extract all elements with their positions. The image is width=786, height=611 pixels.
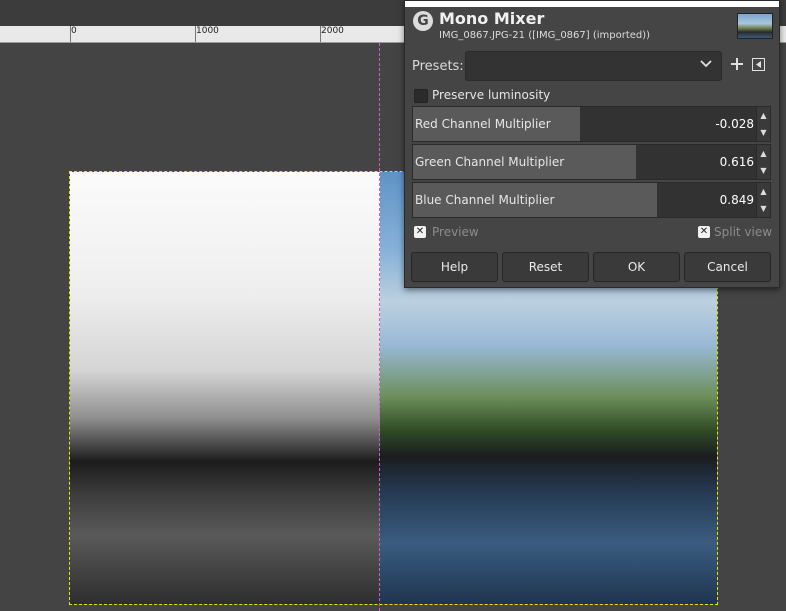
ruler-tick bbox=[195, 26, 196, 42]
split-view-label: Split view bbox=[714, 225, 773, 239]
ruler-mark-0: 0 bbox=[71, 26, 77, 36]
ruler-tick bbox=[320, 26, 321, 42]
slider-value: -0.028 bbox=[715, 117, 754, 131]
spin-up-icon[interactable]: ▲ bbox=[757, 183, 770, 200]
ok-button[interactable]: OK bbox=[593, 252, 680, 282]
spin-down-icon[interactable]: ▼ bbox=[757, 200, 770, 217]
slider-value: 0.616 bbox=[719, 155, 754, 169]
reset-button[interactable]: Reset bbox=[502, 252, 589, 282]
spin-down-icon[interactable]: ▼ bbox=[757, 124, 770, 141]
dialog-title: Mono Mixer bbox=[439, 9, 545, 28]
spin-up-icon[interactable]: ▲ bbox=[757, 145, 770, 162]
dialog-top-bar bbox=[405, 1, 779, 7]
split-guide[interactable] bbox=[379, 43, 380, 611]
cancel-button[interactable]: Cancel bbox=[684, 252, 771, 282]
ruler-mark-1000: 1000 bbox=[196, 26, 219, 36]
add-preset-icon[interactable] bbox=[730, 57, 744, 71]
preset-menu-icon[interactable] bbox=[752, 58, 765, 71]
checked-x-icon[interactable]: ✕ bbox=[414, 226, 426, 238]
image-thumbnail bbox=[737, 13, 773, 39]
preview-label: Preview bbox=[432, 225, 479, 239]
slider-value: 0.849 bbox=[719, 193, 754, 207]
preserve-luminosity-label: Preserve luminosity bbox=[432, 88, 551, 102]
slider-label: Green Channel Multiplier bbox=[415, 155, 565, 169]
spin-buttons[interactable]: ▲ ▼ bbox=[756, 107, 770, 141]
ruler-mark-2000: 2000 bbox=[321, 26, 344, 36]
chevron-down-icon bbox=[700, 60, 712, 68]
spin-up-icon[interactable]: ▲ bbox=[757, 107, 770, 124]
green-channel-slider[interactable]: Green Channel Multiplier 0.616 ▲ ▼ bbox=[412, 144, 771, 180]
checked-x-icon[interactable]: ✕ bbox=[698, 226, 710, 238]
presets-dropdown[interactable] bbox=[465, 51, 722, 81]
slider-label: Red Channel Multiplier bbox=[415, 117, 551, 131]
dialog-subtitle: IMG_0867.JPG-21 ([IMG_0867] (imported)) bbox=[439, 30, 651, 41]
grayscale-preview-half bbox=[70, 172, 380, 604]
checkbox-box[interactable] bbox=[414, 89, 428, 103]
spin-buttons[interactable]: ▲ ▼ bbox=[756, 145, 770, 179]
gimp-icon: G bbox=[413, 11, 433, 31]
ruler-tick bbox=[70, 26, 71, 42]
red-channel-slider[interactable]: Red Channel Multiplier -0.028 ▲ ▼ bbox=[412, 106, 771, 142]
spin-buttons[interactable]: ▲ ▼ bbox=[756, 183, 770, 217]
help-button[interactable]: Help bbox=[411, 252, 498, 282]
slider-label: Blue Channel Multiplier bbox=[415, 193, 555, 207]
blue-channel-slider[interactable]: Blue Channel Multiplier 0.849 ▲ ▼ bbox=[412, 182, 771, 218]
spin-down-icon[interactable]: ▼ bbox=[757, 162, 770, 179]
presets-label: Presets: bbox=[412, 59, 464, 74]
mono-mixer-dialog: G Mono Mixer IMG_0867.JPG-21 ([IMG_0867]… bbox=[404, 0, 780, 288]
